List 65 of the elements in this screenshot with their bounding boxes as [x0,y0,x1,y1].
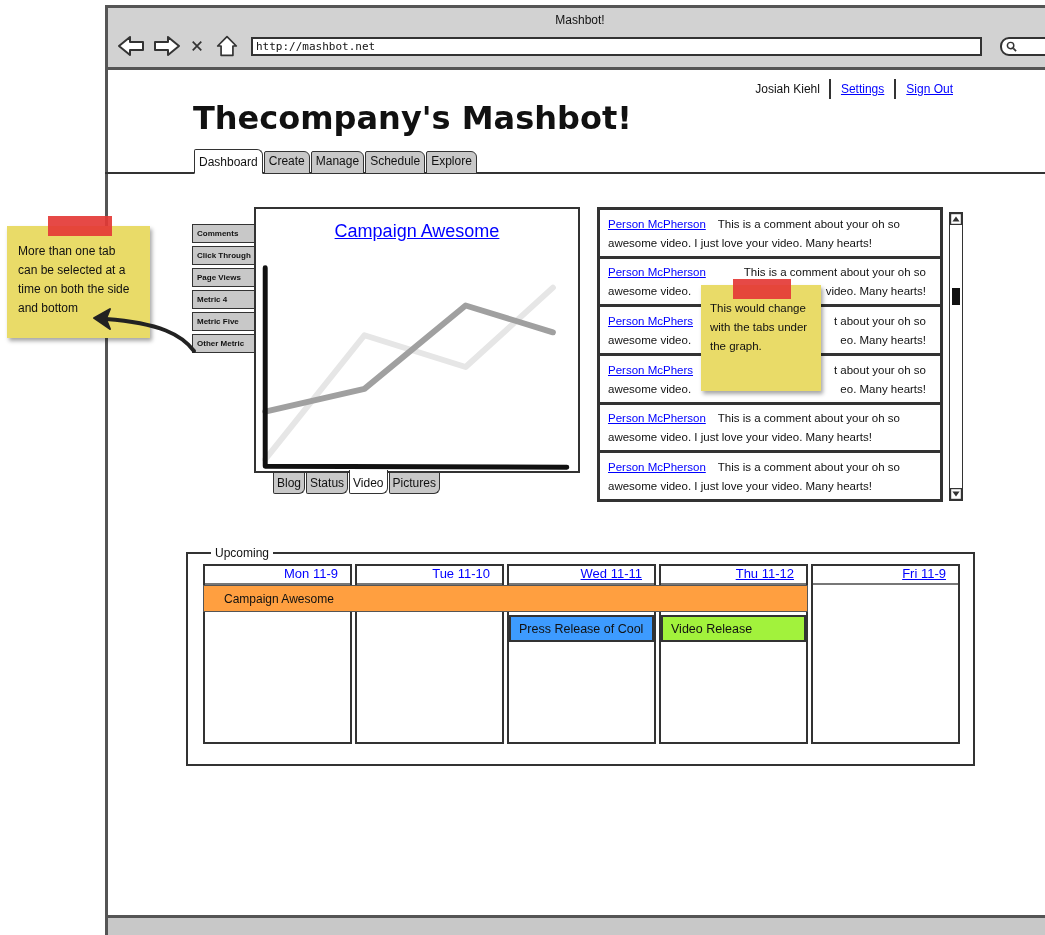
author-link[interactable]: Person McPherson [608,217,706,230]
day-heading[interactable]: Thu 11-12 [735,566,794,581]
tape [48,216,112,236]
side-tab[interactable]: Metric 4 [192,290,254,309]
nav-tab[interactable]: Explore [426,151,477,174]
comment-text: awesome video. [608,333,692,346]
comment-text: video. Many hearts! [825,285,926,298]
header-link[interactable]: Settings [840,82,885,96]
search-field[interactable] [1000,36,1045,56]
comment-text: awesome video. I just love your video. Many hearts! [608,236,872,249]
user-name: Josiah Kiehl [755,82,820,96]
comment-text: awesome video. I just love your video. Many hearts! [608,479,872,492]
calendar-event[interactable]: Video Release [661,615,806,642]
panel-title: Upcoming [214,546,271,560]
calendar-event[interactable]: Campaign Awesome [203,585,808,612]
comment-text: eo. Many hearts! [840,382,926,395]
side-tab[interactable]: Other Metric [192,334,254,353]
author-link[interactable]: Person McPherson [608,460,706,473]
day-heading[interactable]: Fri 11-9 [902,566,946,581]
site-title: Thecompany's Mashbot! [193,98,633,139]
day-heading[interactable]: Tue 11-10 [432,566,490,581]
side-tab[interactable]: Metric Five [192,312,254,331]
chart-tab[interactable]: Status [306,473,349,494]
window-title: Mashbot! [555,13,605,27]
forward-icon[interactable] [153,35,181,57]
comment-text: This is a comment about your oh so [717,217,900,230]
search-icon [1006,40,1017,52]
comment-text: awesome video. [608,285,692,298]
comment-text: awesome video. I just love your video. Many hearts! [608,431,872,444]
nav-tab[interactable]: Dashboard [194,149,263,174]
note-text: This would change with the tabs under the graph. [710,301,809,354]
close-icon[interactable] [191,40,203,52]
comment-text: t about your oh so [833,314,926,327]
scroll-thumb[interactable] [952,288,960,305]
side-tab[interactable]: Click Through [192,246,254,265]
author-link[interactable]: Person McPherson [608,412,706,425]
comment-text: t about your oh so [833,363,926,376]
comment-text: eo. Many hearts! [840,333,926,346]
scrollbar[interactable] [949,212,963,501]
day-heading[interactable]: Wed 11-11 [580,566,642,581]
side-tab[interactable]: Page Views [192,268,254,287]
calendar-event[interactable]: Press Release of Cool [509,615,654,642]
side-tab[interactable]: Comments [192,224,254,243]
comment-text: This is a comment about your oh so [717,460,900,473]
chart-title-link[interactable]: Campaign Awesome [334,221,500,243]
comment-text: This is a comment about your oh so [717,412,900,425]
nav-tab[interactable]: Schedule [365,151,426,174]
chart-tab[interactable]: Pictures [388,473,440,494]
scroll-up-icon[interactable] [950,213,962,225]
tape [733,279,791,299]
scroll-down-icon[interactable] [950,488,962,500]
chart-tab[interactable]: Blog [273,473,306,494]
address-field[interactable]: http://mashbot.net [251,36,982,56]
comment-text: awesome video. [608,382,692,395]
back-icon[interactable] [117,35,145,57]
day-heading[interactable]: Mon 11-9 [284,566,338,581]
comment-text: This is a comment about your oh so [743,266,926,279]
author-link[interactable]: Person McPhers [608,314,693,327]
header-link[interactable]: Sign Out [906,82,953,96]
nav-tab[interactable]: Manage [310,151,365,174]
author-link[interactable]: Person McPhers [608,363,693,376]
note-text: More than one tab can be selected at a time on both the side and bottom [18,243,130,317]
nav-tab[interactable]: Create [263,151,310,174]
chart-tab[interactable]: Video [349,470,388,494]
author-link[interactable]: Person McPherson [608,266,706,279]
